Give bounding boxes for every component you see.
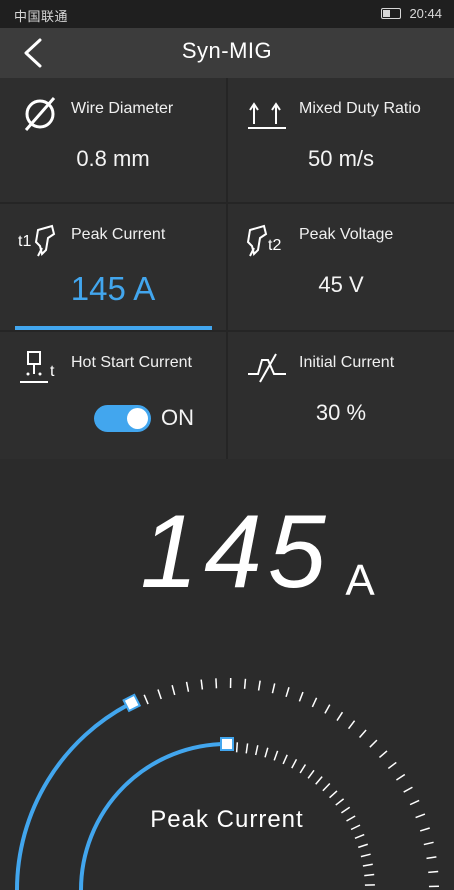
param-peak-voltage[interactable]: t2 Peak Voltage 45 V	[228, 204, 454, 330]
status-bar: 中国联通 20:44	[0, 0, 454, 28]
gauge-tick	[299, 764, 307, 774]
gauge-tick	[369, 739, 378, 748]
battery-icon	[381, 8, 402, 19]
svg-text:t2: t2	[268, 237, 281, 254]
gauge-tick	[311, 697, 318, 708]
gauge-tick	[340, 806, 351, 814]
param-wire-diameter[interactable]: Wire Diameter 0.8 mm	[0, 78, 226, 202]
gauge-tick	[257, 680, 261, 691]
peak-current-icon: t1	[18, 224, 56, 257]
gauge-tick	[378, 750, 388, 759]
gauge-tick	[235, 742, 239, 753]
gauge-tick	[329, 790, 338, 799]
param-value: 30 %	[315, 400, 367, 425]
parameter-grid: Wire Diameter 0.8 mm Mixed Duty Ratio 50…	[0, 78, 454, 459]
param-label: Peak Current	[71, 226, 166, 243]
gauge-caption: Peak Current	[150, 806, 303, 833]
param-label: Wire Diameter	[71, 100, 174, 117]
outer-gauge-ticks	[143, 678, 439, 888]
gauge-tick	[423, 841, 434, 846]
gauge-tick	[143, 694, 149, 705]
param-initial-current[interactable]: Initial Current 30 %	[228, 332, 454, 459]
gauge-tick	[285, 687, 290, 698]
gauge-tick	[298, 691, 304, 702]
gauge-tick	[282, 754, 288, 765]
param-value: 145 A	[70, 270, 156, 307]
gauge-tick	[273, 750, 279, 761]
param-label: Peak Voltage	[299, 226, 394, 243]
param-peak-current[interactable]: t1 Peak Current 145 A	[0, 204, 226, 330]
big-readout-value: 145	[140, 494, 332, 610]
gauge-tick	[243, 678, 247, 689]
gauge-tick	[362, 863, 373, 867]
gauge-tick	[322, 783, 331, 792]
gauge-tick	[428, 870, 439, 874]
hot-start-toggle[interactable]	[94, 405, 151, 432]
gauge-tick	[415, 813, 426, 819]
gauge-tick	[215, 678, 218, 689]
gauge-tick	[403, 786, 413, 793]
param-hot-start-current[interactable]: t Hot Start Current ON	[0, 332, 226, 459]
big-readout-unit: A	[345, 556, 375, 605]
gauge-tick	[358, 843, 368, 849]
param-value: 45 V	[318, 272, 364, 297]
readout-panel: 145 A Peak Current	[0, 459, 454, 890]
diameter-icon	[24, 97, 56, 131]
gauge-tick	[307, 769, 315, 779]
gauge-tick	[336, 711, 344, 721]
gauge-tick	[409, 799, 420, 806]
gauge-tick	[200, 679, 204, 690]
gauge-tick	[396, 773, 406, 781]
peak-voltage-icon: t2	[246, 224, 281, 257]
gauge-tick	[354, 833, 365, 839]
gauge-tick	[346, 815, 356, 822]
param-mixed-duty-ratio[interactable]: Mixed Duty Ratio 50 m/s	[228, 78, 454, 202]
inner-gauge-handle[interactable]	[220, 737, 234, 751]
gauge-tick	[335, 798, 345, 806]
gauge-tick	[387, 761, 397, 770]
gauge-tick	[360, 853, 371, 858]
param-value: 0.8 mm	[76, 146, 150, 171]
gauge-tick	[324, 704, 331, 714]
initial-current-icon	[248, 353, 286, 383]
param-label: Hot Start Current	[71, 354, 192, 371]
gauge-tick	[419, 827, 430, 832]
carrier-text: 中国联通	[14, 9, 69, 24]
param-label: Initial Current	[299, 354, 395, 371]
svg-text:t: t	[50, 363, 55, 380]
gauge-tick	[157, 689, 162, 700]
gauge-tick	[426, 856, 437, 860]
gauge-tick	[245, 743, 249, 754]
duty-ratio-icon	[248, 102, 286, 129]
gauge-tick	[264, 747, 269, 758]
gauge-tick	[185, 681, 190, 692]
gauge-tick	[358, 729, 367, 739]
app-bar: Syn-MIG	[0, 28, 454, 78]
clock: 20:44	[409, 6, 442, 21]
toggle-state-label: ON	[161, 405, 194, 430]
toggle-knob	[127, 408, 148, 429]
param-label: Mixed Duty Ratio	[299, 100, 421, 117]
readout-graphic: 145 A Peak Current	[15, 494, 439, 890]
gauge-tick	[171, 685, 176, 696]
gauge-tick	[291, 758, 298, 769]
param-value: 50 m/s	[307, 146, 375, 171]
gauge-tick	[271, 683, 276, 694]
gauge-tick	[315, 776, 323, 785]
outer-gauge-handle[interactable]	[122, 693, 142, 713]
hot-start-icon: t	[20, 351, 55, 383]
page-title: Syn-MIG	[181, 38, 273, 63]
gauge-tick	[347, 720, 356, 730]
gauge-tick	[364, 873, 375, 877]
selected-indicator	[15, 326, 212, 330]
gauge-tick	[254, 745, 259, 756]
gauge-tick	[350, 824, 361, 831]
svg-text:t1: t1	[18, 233, 31, 250]
